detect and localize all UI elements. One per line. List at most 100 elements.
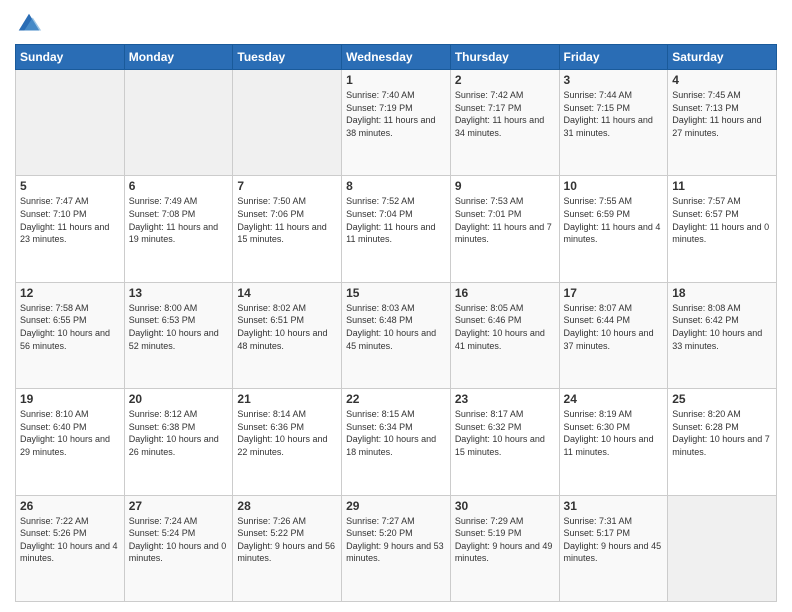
logo-icon (15, 10, 43, 38)
day-info: Sunrise: 8:19 AM Sunset: 6:30 PM Dayligh… (564, 408, 664, 458)
day-number: 24 (564, 392, 664, 406)
day-number: 22 (346, 392, 446, 406)
day-info: Sunrise: 7:55 AM Sunset: 6:59 PM Dayligh… (564, 195, 664, 245)
day-info: Sunrise: 7:27 AM Sunset: 5:20 PM Dayligh… (346, 515, 446, 565)
table-row: 10 Sunrise: 7:55 AM Sunset: 6:59 PM Dayli… (559, 176, 668, 282)
table-row: 30 Sunrise: 7:29 AM Sunset: 5:19 PM Dayli… (450, 495, 559, 601)
table-row: 17 Sunrise: 8:07 AM Sunset: 6:44 PM Dayli… (559, 282, 668, 388)
day-info: Sunrise: 8:03 AM Sunset: 6:48 PM Dayligh… (346, 302, 446, 352)
table-row: 21 Sunrise: 8:14 AM Sunset: 6:36 PM Dayli… (233, 389, 342, 495)
table-row: 19 Sunrise: 8:10 AM Sunset: 6:40 PM Dayli… (16, 389, 125, 495)
day-info: Sunrise: 8:17 AM Sunset: 6:32 PM Dayligh… (455, 408, 555, 458)
table-row: 16Sunrise: 8:05 AM Sunset: 6:46 PM Dayli… (450, 282, 559, 388)
day-number: 20 (129, 392, 229, 406)
day-number: 21 (237, 392, 337, 406)
day-info: Sunrise: 8:12 AM Sunset: 6:38 PM Dayligh… (129, 408, 229, 458)
day-number: 1 (346, 73, 446, 87)
table-row: 22Sunrise: 8:15 AM Sunset: 6:34 PM Dayli… (342, 389, 451, 495)
day-number: 10 (564, 179, 664, 193)
calendar-table: Sunday Monday Tuesday Wednesday Thursday… (15, 44, 777, 602)
day-info: Sunrise: 7:40 AM Sunset: 7:19 PM Dayligh… (346, 89, 446, 139)
day-info: Sunrise: 7:47 AM Sunset: 7:10 PM Dayligh… (20, 195, 120, 245)
day-number: 30 (455, 499, 555, 513)
day-number: 19 (20, 392, 120, 406)
day-number: 15 (346, 286, 446, 300)
day-info: Sunrise: 8:00 AM Sunset: 6:53 PM Dayligh… (129, 302, 229, 352)
table-row: 11 Sunrise: 7:57 AM Sunset: 6:57 PM Dayli… (668, 176, 777, 282)
logo (15, 10, 47, 38)
table-row: 14Sunrise: 8:02 AM Sunset: 6:51 PM Dayli… (233, 282, 342, 388)
day-number: 5 (20, 179, 120, 193)
day-info: Sunrise: 7:24 AM Sunset: 5:24 PM Dayligh… (129, 515, 229, 565)
table-row: 28 Sunrise: 7:26 AM Sunset: 5:22 PM Dayli… (233, 495, 342, 601)
day-info: Sunrise: 7:50 AM Sunset: 7:06 PM Dayligh… (237, 195, 337, 245)
day-info: Sunrise: 7:53 AM Sunset: 7:01 PM Dayligh… (455, 195, 555, 245)
day-info: Sunrise: 8:14 AM Sunset: 6:36 PM Dayligh… (237, 408, 337, 458)
calendar-week-row: 12Sunrise: 7:58 AM Sunset: 6:55 PM Dayli… (16, 282, 777, 388)
table-row: 29 Sunrise: 7:27 AM Sunset: 5:20 PM Dayli… (342, 495, 451, 601)
table-row: 2 Sunrise: 7:42 AM Sunset: 7:17 PM Daylig… (450, 70, 559, 176)
page-header (15, 10, 777, 38)
table-row: 31Sunrise: 7:31 AM Sunset: 5:17 PM Dayli… (559, 495, 668, 601)
table-row: 6Sunrise: 7:49 AM Sunset: 7:08 PM Daylig… (124, 176, 233, 282)
table-row: 7Sunrise: 7:50 AM Sunset: 7:06 PM Daylig… (233, 176, 342, 282)
table-row: 8Sunrise: 7:52 AM Sunset: 7:04 PM Daylig… (342, 176, 451, 282)
calendar-week-row: 26 Sunrise: 7:22 AM Sunset: 5:26 PM Dayli… (16, 495, 777, 601)
table-row: 13 Sunrise: 8:00 AM Sunset: 6:53 PM Dayli… (124, 282, 233, 388)
calendar-week-row: 1 Sunrise: 7:40 AM Sunset: 7:19 PM Daylig… (16, 70, 777, 176)
day-info: Sunrise: 8:20 AM Sunset: 6:28 PM Dayligh… (672, 408, 772, 458)
table-row: 15 Sunrise: 8:03 AM Sunset: 6:48 PM Dayli… (342, 282, 451, 388)
calendar-week-row: 5 Sunrise: 7:47 AM Sunset: 7:10 PM Daylig… (16, 176, 777, 282)
table-row: 1 Sunrise: 7:40 AM Sunset: 7:19 PM Daylig… (342, 70, 451, 176)
day-info: Sunrise: 7:57 AM Sunset: 6:57 PM Dayligh… (672, 195, 772, 245)
table-row: 25 Sunrise: 8:20 AM Sunset: 6:28 PM Dayli… (668, 389, 777, 495)
day-number: 29 (346, 499, 446, 513)
table-row (233, 70, 342, 176)
day-number: 11 (672, 179, 772, 193)
day-number: 9 (455, 179, 555, 193)
day-info: Sunrise: 7:52 AM Sunset: 7:04 PM Dayligh… (346, 195, 446, 245)
day-number: 25 (672, 392, 772, 406)
day-number: 3 (564, 73, 664, 87)
col-wednesday: Wednesday (342, 45, 451, 70)
day-info: Sunrise: 8:08 AM Sunset: 6:42 PM Dayligh… (672, 302, 772, 352)
day-info: Sunrise: 7:45 AM Sunset: 7:13 PM Dayligh… (672, 89, 772, 139)
day-number: 2 (455, 73, 555, 87)
day-number: 23 (455, 392, 555, 406)
day-info: Sunrise: 7:26 AM Sunset: 5:22 PM Dayligh… (237, 515, 337, 565)
col-monday: Monday (124, 45, 233, 70)
table-row (668, 495, 777, 601)
day-info: Sunrise: 7:29 AM Sunset: 5:19 PM Dayligh… (455, 515, 555, 565)
day-info: Sunrise: 8:02 AM Sunset: 6:51 PM Dayligh… (237, 302, 337, 352)
col-saturday: Saturday (668, 45, 777, 70)
day-number: 28 (237, 499, 337, 513)
day-number: 17 (564, 286, 664, 300)
table-row (124, 70, 233, 176)
table-row: 23 Sunrise: 8:17 AM Sunset: 6:32 PM Dayli… (450, 389, 559, 495)
day-info: Sunrise: 7:31 AM Sunset: 5:17 PM Dayligh… (564, 515, 664, 565)
table-row: 18 Sunrise: 8:08 AM Sunset: 6:42 PM Dayli… (668, 282, 777, 388)
table-row: 3Sunrise: 7:44 AM Sunset: 7:15 PM Daylig… (559, 70, 668, 176)
table-row: 12Sunrise: 7:58 AM Sunset: 6:55 PM Dayli… (16, 282, 125, 388)
table-row: 27 Sunrise: 7:24 AM Sunset: 5:24 PM Dayli… (124, 495, 233, 601)
table-row: 20 Sunrise: 8:12 AM Sunset: 6:38 PM Dayli… (124, 389, 233, 495)
table-row: 9 Sunrise: 7:53 AM Sunset: 7:01 PM Daylig… (450, 176, 559, 282)
table-row: 5 Sunrise: 7:47 AM Sunset: 7:10 PM Daylig… (16, 176, 125, 282)
calendar-header-row: Sunday Monday Tuesday Wednesday Thursday… (16, 45, 777, 70)
day-number: 26 (20, 499, 120, 513)
day-number: 13 (129, 286, 229, 300)
day-info: Sunrise: 8:05 AM Sunset: 6:46 PM Dayligh… (455, 302, 555, 352)
table-row: 4 Sunrise: 7:45 AM Sunset: 7:13 PM Daylig… (668, 70, 777, 176)
day-info: Sunrise: 8:10 AM Sunset: 6:40 PM Dayligh… (20, 408, 120, 458)
day-info: Sunrise: 7:42 AM Sunset: 7:17 PM Dayligh… (455, 89, 555, 139)
col-thursday: Thursday (450, 45, 559, 70)
day-number: 18 (672, 286, 772, 300)
col-friday: Friday (559, 45, 668, 70)
day-info: Sunrise: 8:07 AM Sunset: 6:44 PM Dayligh… (564, 302, 664, 352)
table-row: 26 Sunrise: 7:22 AM Sunset: 5:26 PM Dayli… (16, 495, 125, 601)
day-number: 12 (20, 286, 120, 300)
calendar-week-row: 19 Sunrise: 8:10 AM Sunset: 6:40 PM Dayli… (16, 389, 777, 495)
day-number: 27 (129, 499, 229, 513)
day-number: 4 (672, 73, 772, 87)
day-info: Sunrise: 7:22 AM Sunset: 5:26 PM Dayligh… (20, 515, 120, 565)
